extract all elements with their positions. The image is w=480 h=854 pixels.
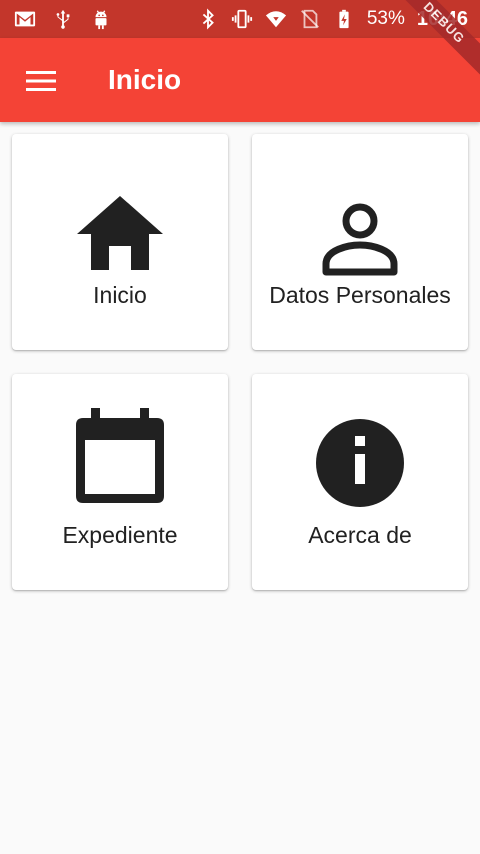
home-icon	[77, 196, 163, 270]
bluetooth-icon	[202, 8, 214, 30]
status-bar: 53% 10:46	[0, 0, 480, 38]
battery-percent: 53%	[366, 8, 405, 29]
vibrate-icon	[231, 9, 252, 29]
battery-charging-icon	[339, 9, 349, 29]
card-datos-personales[interactable]: Datos Personales	[252, 134, 468, 350]
usb-icon	[56, 9, 70, 29]
menu-icon	[26, 71, 56, 91]
gmail-icon	[14, 11, 36, 27]
wifi-icon	[265, 11, 286, 28]
menu-button[interactable]	[20, 60, 62, 102]
calendar-icon	[76, 408, 164, 503]
android-debug-icon	[95, 10, 107, 30]
card-label: Datos Personales	[269, 282, 451, 308]
app-bar: Inicio	[0, 38, 480, 122]
person-icon	[322, 203, 398, 276]
info-icon	[316, 419, 404, 507]
card-inicio[interactable]: Inicio	[12, 134, 228, 350]
card-expediente[interactable]: Expediente	[12, 374, 228, 590]
card-acerca-de[interactable]: Acerca de	[252, 374, 468, 590]
no-sim-icon	[300, 9, 319, 29]
card-label: Inicio	[93, 282, 147, 308]
card-label: Acerca de	[308, 522, 412, 548]
card-label: Expediente	[62, 522, 178, 548]
page-title: Inicio	[108, 64, 182, 95]
